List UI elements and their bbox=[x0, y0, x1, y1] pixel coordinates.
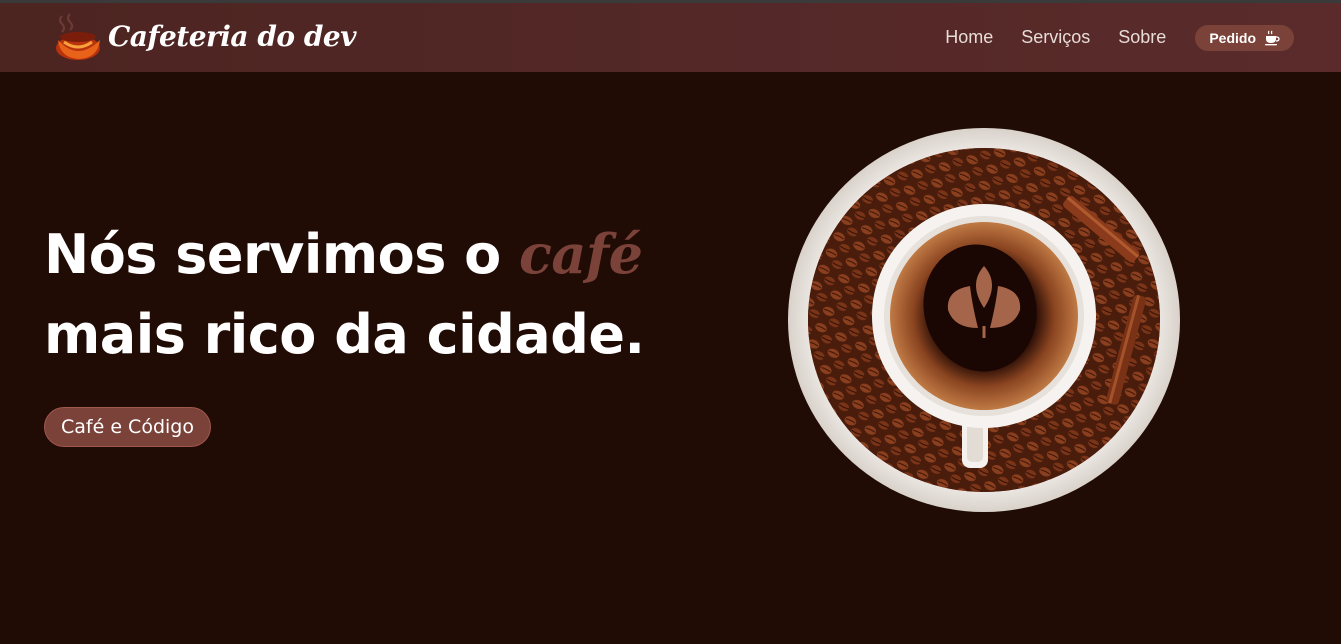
coffee-logo-icon bbox=[56, 13, 100, 60]
brand[interactable]: Cafeteria do dev bbox=[52, 10, 356, 62]
cafe-e-codigo-button[interactable]: Café e Código bbox=[44, 407, 211, 447]
coffee-cup-on-beans-image bbox=[788, 128, 1180, 512]
brand-name: Cafeteria do dev bbox=[108, 19, 356, 53]
nav-home[interactable]: Home bbox=[945, 27, 993, 48]
page: Cafeteria do dev Home Serviços Sobre Ped… bbox=[0, 0, 1341, 644]
hero-title-part1: Nós servimos o bbox=[44, 223, 520, 286]
hero-title-accent: café bbox=[519, 222, 643, 286]
hero-title: Nós servimos o café mais rico da cidade. bbox=[44, 214, 645, 375]
main-nav: Home Serviços Sobre Pedido bbox=[945, 3, 1294, 72]
nav-servicos[interactable]: Serviços bbox=[1021, 27, 1090, 48]
coffee-cup-icon bbox=[1265, 30, 1280, 45]
order-button-label: Pedido bbox=[1209, 29, 1256, 46]
hero-title-part2: mais rico da cidade. bbox=[44, 303, 645, 366]
order-button[interactable]: Pedido bbox=[1195, 24, 1294, 51]
site-header: Cafeteria do dev Home Serviços Sobre Ped… bbox=[0, 3, 1341, 72]
nav-sobre[interactable]: Sobre bbox=[1118, 27, 1166, 48]
